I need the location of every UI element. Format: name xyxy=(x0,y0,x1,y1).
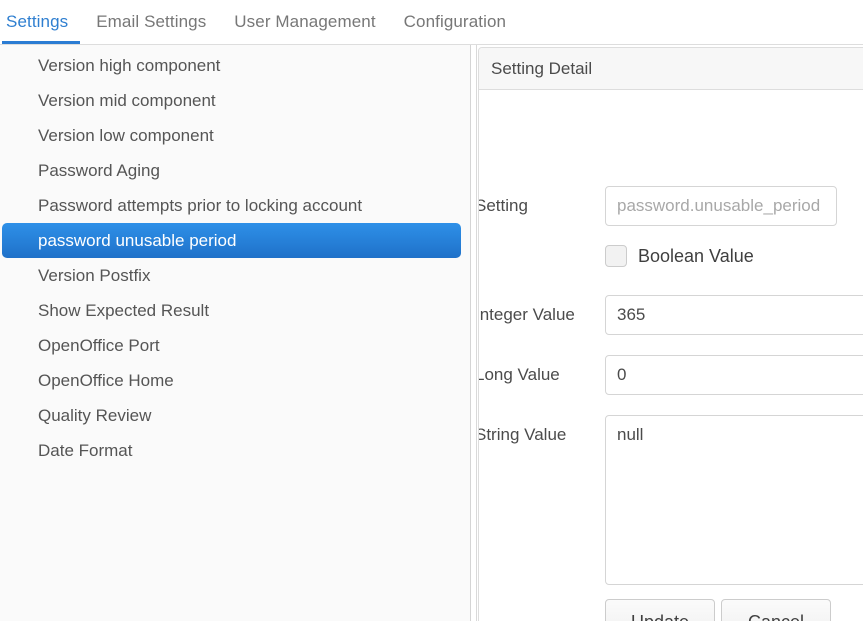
form-actions: Update Cancel xyxy=(605,599,831,621)
tab-email-settings-label: Email Settings xyxy=(96,12,207,31)
list-item-label: OpenOffice Home xyxy=(38,371,174,390)
list-item[interactable]: Version low component xyxy=(2,118,461,153)
setting-input[interactable] xyxy=(605,186,837,226)
list-item-label: OpenOffice Port xyxy=(38,336,160,355)
tab-user-management[interactable]: User Management xyxy=(220,0,389,44)
tab-configuration[interactable]: Configuration xyxy=(390,0,520,44)
long-value-row: Long Value xyxy=(478,355,863,395)
list-item[interactable]: OpenOffice Home xyxy=(2,363,461,398)
tab-settings-label: Settings xyxy=(6,12,69,31)
list-item[interactable]: Show Expected Result xyxy=(2,293,461,328)
panel-divider xyxy=(476,45,477,621)
string-value-textarea[interactable]: null xyxy=(605,415,863,585)
integer-value-row: Integer Value xyxy=(478,295,863,335)
list-item[interactable]: Date Format xyxy=(2,433,461,468)
list-item-label: Password Aging xyxy=(38,161,160,180)
long-value-input[interactable] xyxy=(605,355,863,395)
integer-value-input[interactable] xyxy=(605,295,863,335)
list-item[interactable]: Version Postfix xyxy=(2,258,461,293)
panel-header: Setting Detail xyxy=(479,48,863,90)
long-value-label: Long Value xyxy=(478,365,560,384)
list-item[interactable]: Password Aging xyxy=(2,153,461,188)
list-item[interactable]: Version mid component xyxy=(2,83,461,118)
list-item-label: Version low component xyxy=(38,126,214,145)
list-item-label: Password attempts prior to locking accou… xyxy=(38,196,363,215)
list-item-selected[interactable]: password unusable period xyxy=(2,223,461,258)
integer-value-label: Integer Value xyxy=(478,305,575,324)
tab-email-settings[interactable]: Email Settings xyxy=(82,0,220,44)
list-item-label: Quality Review xyxy=(38,406,152,425)
list-item[interactable]: Password attempts prior to locking accou… xyxy=(2,188,461,223)
string-value-label: String Value xyxy=(478,425,567,444)
list-item[interactable]: OpenOffice Port xyxy=(2,328,461,363)
main-tab-bar: Settings Email Settings User Management … xyxy=(0,0,863,45)
setting-label: Setting xyxy=(478,196,528,215)
setting-detail-form: Setting Boolean Value Integer Value Long… xyxy=(479,90,863,621)
list-item-label: password unusable period xyxy=(38,231,237,250)
boolean-value-row: Boolean Value xyxy=(605,245,754,267)
panel-title: Setting Detail xyxy=(491,58,593,78)
list-item-label: Version high component xyxy=(38,56,221,75)
tab-settings[interactable]: Settings xyxy=(0,0,82,44)
settings-list: Version high component Version mid compo… xyxy=(0,45,471,621)
boolean-value-checkbox[interactable] xyxy=(605,245,627,267)
cancel-button[interactable]: Cancel xyxy=(721,599,831,621)
list-item-label: Version mid component xyxy=(38,91,216,110)
list-item-label: Version Postfix xyxy=(38,266,151,285)
update-button[interactable]: Update xyxy=(605,599,715,621)
tab-user-management-label: User Management xyxy=(234,12,376,31)
list-item-label: Date Format xyxy=(38,441,133,460)
boolean-value-label: Boolean Value xyxy=(638,245,754,266)
tab-configuration-label: Configuration xyxy=(403,12,507,31)
list-item[interactable]: Quality Review xyxy=(2,398,461,433)
settings-page: Settings Email Settings User Management … xyxy=(0,0,863,621)
setting-row: Setting xyxy=(478,186,837,226)
string-value-row: String Value null xyxy=(478,415,863,585)
list-item-label: Show Expected Result xyxy=(38,301,210,320)
list-item[interactable]: Version high component xyxy=(2,48,461,83)
setting-detail-panel: Setting Detail Setting Boolean Value Int… xyxy=(478,47,863,621)
